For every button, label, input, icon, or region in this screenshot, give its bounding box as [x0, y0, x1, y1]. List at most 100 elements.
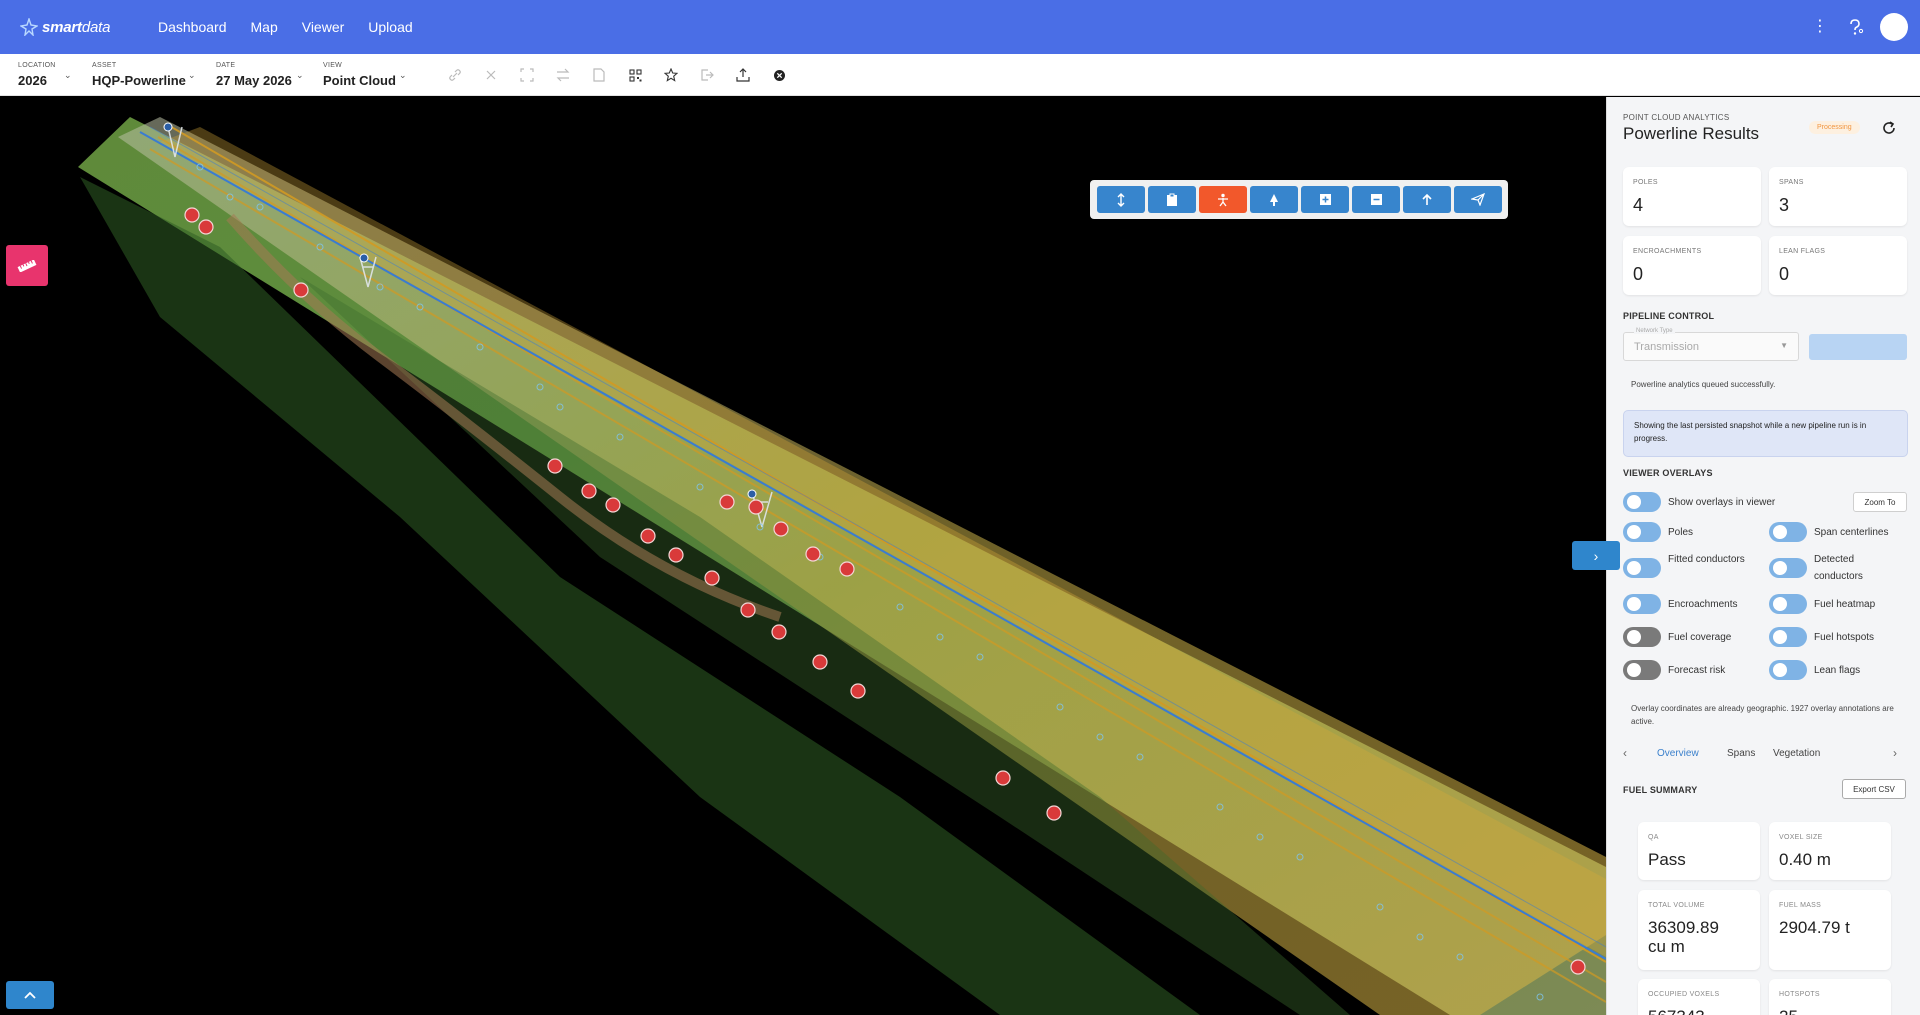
star-icon[interactable] — [653, 61, 689, 89]
swap-icon[interactable] — [545, 61, 581, 89]
tab-spans[interactable]: Spans — [1727, 748, 1755, 759]
collapse-panel-button[interactable]: › — [1572, 541, 1620, 570]
up-tool-button[interactable] — [1403, 186, 1451, 213]
asset-select[interactable]: ASSET HQP-Powerline ⌄ — [92, 54, 202, 96]
status-badge: Processing — [1809, 121, 1860, 134]
tree-tool-button[interactable] — [1250, 186, 1298, 213]
nav-map[interactable]: Map — [251, 19, 278, 35]
fuel-value: Pass — [1648, 850, 1686, 869]
avatar[interactable] — [1880, 13, 1908, 41]
stat-value: 0 — [1633, 264, 1644, 284]
tree-icon — [1270, 193, 1278, 206]
qr-code-icon[interactable] — [617, 61, 653, 89]
stat-card-poles: POLES 4 — [1623, 167, 1761, 226]
toggle-label: Forecast risk — [1668, 665, 1726, 676]
analytics-panel: POINT CLOUD ANALYTICS Powerline Results … — [1606, 97, 1920, 1015]
nav-upload[interactable]: Upload — [368, 19, 412, 35]
toggle-poles[interactable] — [1623, 522, 1661, 542]
fuel-label: TOTAL VOLUME — [1648, 902, 1705, 909]
date-value: 27 May 2026 — [216, 72, 292, 88]
brand-name: smartdata — [42, 18, 111, 36]
toggle-label: Fuel hotspots — [1814, 632, 1875, 643]
stat-label: POLES — [1633, 179, 1658, 186]
toggle-label: Show overlays in viewer — [1668, 497, 1776, 508]
zoom-to-button[interactable]: Zoom To — [1853, 492, 1907, 512]
minus-square-icon — [1370, 194, 1382, 205]
expand-bottom-button[interactable] — [6, 981, 54, 1009]
help-icon[interactable] — [1844, 16, 1866, 38]
network-type-select[interactable]: Network Type Transmission ▼ — [1623, 328, 1799, 361]
stat-value: 0 — [1779, 264, 1790, 284]
toggle-fitted-conductors[interactable] — [1623, 558, 1661, 578]
fuel-label: HOTSPOTS — [1779, 991, 1820, 998]
toggle-label: Poles — [1668, 527, 1694, 538]
fuel-card-fuel-mass: FUEL MASS 2904.79 t — [1769, 890, 1891, 970]
ruler-icon — [17, 259, 37, 272]
toggle-detected-conductors[interactable] — [1769, 558, 1807, 578]
toggle-fuel-heatmap[interactable] — [1769, 594, 1807, 614]
fuel-card-hotspots: HOTSPOTS 25 — [1769, 979, 1891, 1015]
nav-viewer[interactable]: Viewer — [302, 19, 345, 35]
toggle-forecast-risk[interactable] — [1623, 660, 1661, 680]
tab-overview[interactable]: Overview — [1657, 748, 1699, 759]
upload-tray-icon[interactable] — [725, 61, 761, 89]
view-label: VIEW — [323, 61, 343, 69]
vertical-arrows-icon — [1117, 192, 1125, 207]
nav-dashboard[interactable]: Dashboard — [158, 19, 227, 35]
run-pipeline-button[interactable] — [1809, 334, 1907, 360]
toggle-label: Detected conductors — [1814, 554, 1863, 582]
toggle-lean-flags[interactable] — [1769, 660, 1807, 680]
toggle-label: Encroachments — [1668, 599, 1738, 610]
top-right-actions: ⋮ — [1810, 0, 1908, 54]
add-tool-button[interactable] — [1301, 186, 1349, 213]
brand-logo[interactable]: smartdata — [20, 18, 138, 36]
export-icon[interactable] — [689, 61, 725, 89]
height-tool-button[interactable] — [1097, 186, 1145, 213]
tab-vegetation[interactable]: Vegetation — [1773, 748, 1820, 759]
chevron-up-icon — [24, 991, 36, 999]
send-tool-button[interactable] — [1454, 186, 1502, 213]
tab-prev-icon[interactable]: ‹ — [1623, 746, 1627, 760]
chevron-down-icon: ⌄ — [296, 69, 304, 80]
fullscreen-icon[interactable] — [509, 61, 545, 89]
view-select[interactable]: VIEW Point Cloud ⌄ — [323, 54, 413, 96]
fuel-card-total-volume: TOTAL VOLUME 36309.89 cu m — [1638, 890, 1760, 970]
document-icon[interactable] — [581, 61, 617, 89]
toggle-label: Span centerlines — [1814, 527, 1889, 538]
toggle-label: Fitted conductors — [1668, 554, 1745, 565]
point-cloud-viewer[interactable] — [0, 97, 1606, 1015]
panel-tabs: ‹ Overview Spans Vegetation › — [1623, 744, 1913, 764]
remove-tool-button[interactable] — [1352, 186, 1400, 213]
clipboard-tool-button[interactable] — [1148, 186, 1196, 213]
view-value: Point Cloud — [323, 72, 396, 88]
tab-next-icon[interactable]: › — [1893, 746, 1897, 760]
link-icon[interactable] — [437, 61, 473, 89]
cancel-circle-icon[interactable] — [761, 61, 797, 89]
stat-value: 3 — [1779, 195, 1790, 215]
more-vert-icon[interactable]: ⋮ — [1810, 19, 1830, 35]
toggle-encroachments[interactable] — [1623, 594, 1661, 614]
fuel-label: OCCUPIED VOXELS — [1648, 991, 1720, 998]
plus-square-icon — [1319, 194, 1331, 205]
toggle-fuel-coverage[interactable] — [1623, 627, 1661, 647]
paper-plane-icon — [1471, 193, 1485, 206]
stat-card-lean-flags: LEAN FLAGS 0 — [1769, 236, 1907, 295]
toggle-fuel-hotspots[interactable] — [1769, 627, 1807, 647]
chevron-down-icon: ⌄ — [399, 69, 407, 80]
close-icon[interactable] — [473, 61, 509, 89]
toggle-show-overlays[interactable] — [1623, 492, 1661, 512]
fuel-label: FUEL MASS — [1779, 902, 1822, 909]
fuel-value: 36309.89 cu m — [1648, 918, 1719, 956]
stat-card-encroachments: ENCROACHMENTS 0 — [1623, 236, 1761, 295]
refresh-icon[interactable] — [1881, 120, 1897, 136]
toggle-span-centerlines[interactable] — [1769, 522, 1807, 542]
date-select[interactable]: DATE 27 May 2026 ⌄ — [216, 54, 306, 96]
export-csv-button[interactable]: Export CSV — [1842, 779, 1906, 799]
location-select[interactable]: LOCATION 2026 ⌄ — [18, 54, 80, 96]
person-tool-button[interactable] — [1199, 186, 1247, 213]
top-bar: smartdata Dashboard Map Viewer Upload ⋮ — [0, 0, 1920, 54]
network-type-value: Transmission — [1634, 341, 1699, 353]
stat-label: LEAN FLAGS — [1779, 248, 1826, 255]
measure-tool-button[interactable] — [6, 245, 48, 286]
fuel-value: 25 — [1779, 1007, 1889, 1015]
